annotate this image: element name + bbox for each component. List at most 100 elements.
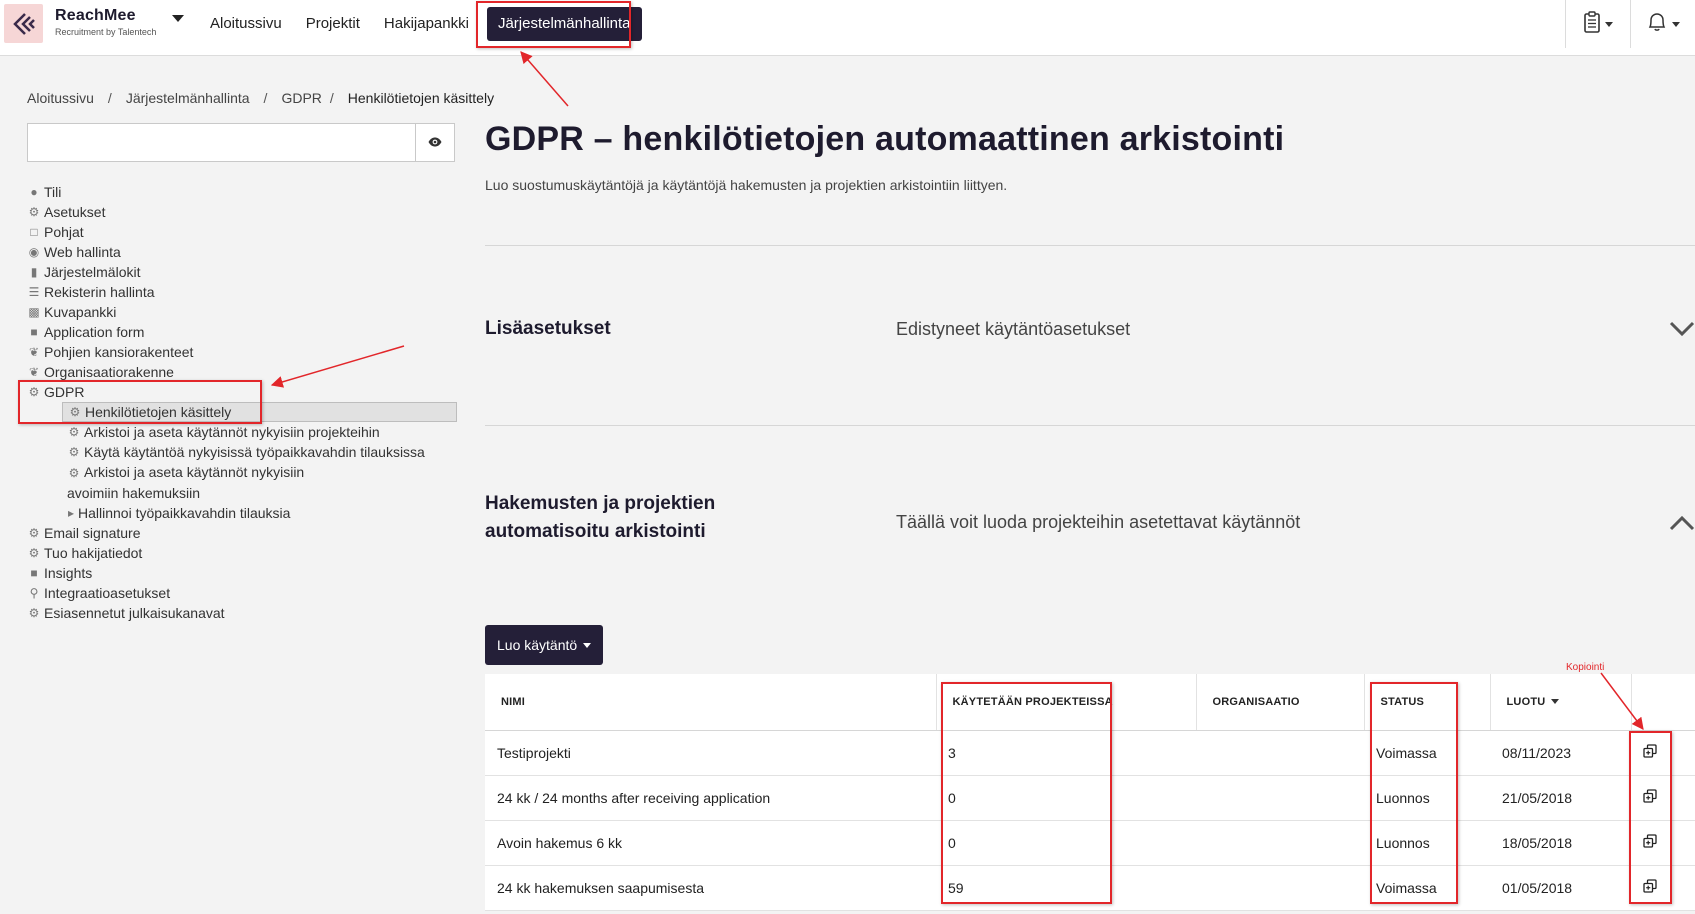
sidebar-tree: ● Tili ⚙ Asetukset □ Pohjat ◉ Web hallinta ▮…: [27, 182, 457, 623]
nav-right: [1565, 0, 1695, 48]
cell-actions: [1631, 775, 1695, 821]
table-row[interactable]: Avoin hakemus 6 kk 0 Luonnos 18/05/2018: [485, 820, 1695, 866]
clipboard-icon: [1583, 10, 1601, 38]
sidebar-item-label: Asetukset: [44, 204, 106, 220]
sidebar-item-insights[interactable]: ■ Insights: [27, 563, 457, 583]
create-policy-button[interactable]: Luo käytäntö: [485, 625, 604, 665]
brand-name: ReachMee: [55, 7, 136, 24]
nav-aloitussivu[interactable]: Aloitussivu: [198, 0, 294, 48]
policies-table: NIMI KÄYTETÄÄN PROJEKTEISSA ORGANISAATIO…: [485, 674, 1695, 911]
table-row[interactable]: 24 kk hakemuksen saapumisesta 59 Voimass…: [485, 865, 1695, 911]
nav-jarjestelmanhallinta[interactable]: Järjestelmänhallinta: [486, 7, 642, 41]
sidebar-item-label: Application form: [44, 324, 145, 340]
nav-hakijapankki[interactable]: Hakijapankki: [372, 0, 481, 48]
cell-name[interactable]: 24 kk hakemuksen saapumisesta: [485, 865, 936, 911]
folder-icon: ■: [30, 325, 38, 339]
reachmee-logo[interactable]: [4, 4, 43, 43]
sidebar-item-henkilotietojen-kasittely[interactable]: ⚙ Henkilötietojen käsittely: [62, 402, 457, 422]
table-row[interactable]: Testiprojekti 3 Voimassa 08/11/2023: [485, 730, 1695, 776]
cell-name[interactable]: Testiprojekti: [485, 730, 936, 776]
eye-icon: [428, 134, 442, 152]
sidebar-item-hallinnoi-tilauksia[interactable]: ▸ Hallinnoi työpaikkavahdin tilauksia: [27, 503, 457, 523]
sidebar-item-tuo-hakijatiedot[interactable]: ⚙ Tuo hakijatiedot: [27, 543, 457, 563]
brand-dropdown-caret[interactable]: [172, 15, 184, 22]
breadcrumb-item[interactable]: Järjestelmänhallinta: [126, 90, 250, 106]
cell-created: 01/05/2018: [1490, 865, 1631, 911]
annotation-label: Kopiointi: [1566, 662, 1605, 673]
sidebar-item-organisaatiorakenne[interactable]: ❦ Organisaatiorakenne: [27, 362, 457, 382]
copy-icon[interactable]: [1643, 744, 1657, 758]
sidebar-item-pohjien-kansiorakenteet[interactable]: ❦ Pohjien kansiorakenteet: [27, 342, 457, 362]
sidebar-item-asetukset[interactable]: ⚙ Asetukset: [27, 202, 457, 222]
breadcrumb: Aloitussivu / Järjestelmänhallinta / GDP…: [27, 90, 494, 106]
copy-icon[interactable]: [1643, 789, 1657, 803]
sidebar-item-label: Järjestelmälokit: [44, 264, 141, 280]
globe-icon: ◉: [28, 245, 40, 259]
cell-name[interactable]: Avoin hakemus 6 kk: [485, 820, 936, 866]
copy-icon[interactable]: [1643, 834, 1657, 848]
chevron-down-icon[interactable]: [1669, 321, 1695, 342]
cell-org: [1196, 820, 1364, 866]
sidebar-item-pohjat[interactable]: □ Pohjat: [27, 222, 457, 242]
sidebar-item-kuvapankki[interactable]: ▩ Kuvapankki: [27, 302, 457, 322]
gear-icon: ⚙: [28, 385, 40, 399]
list-icon: ☰: [28, 285, 40, 299]
gear-icon: ⚙: [28, 526, 40, 540]
show-all-button[interactable]: [416, 123, 455, 162]
cell-used: 0: [936, 820, 1196, 866]
table-row[interactable]: 24 kk / 24 months after receiving applic…: [485, 775, 1695, 821]
sidebar-item-label: Esiasennetut julkaisukanavat: [44, 605, 225, 621]
notifications-button[interactable]: [1630, 0, 1695, 48]
sidebar-item-label: Organisaatiorakenne: [44, 364, 174, 380]
sidebar-item-label: Arkistoi ja aseta käytännöt nykyisiin av…: [67, 464, 305, 501]
sidebar-item-arkistoi-projekteihin[interactable]: ⚙ Arkistoi ja aseta käytännöt nykyisiin p…: [27, 422, 457, 442]
sidebar-item-rekisterin-hallinta[interactable]: ☰ Rekisterin hallinta: [27, 282, 457, 302]
section-description: Täällä voit luoda projekteihin asetettav…: [896, 512, 1301, 532]
top-navbar: ReachMee Recruitment by Talentech Aloitu…: [0, 0, 1695, 56]
column-header-organisaatio[interactable]: ORGANISAATIO: [1196, 674, 1365, 731]
sidebar-item-label: Kuvapankki: [44, 304, 117, 320]
main-nav: Aloitussivu Projektit Hakijapankki Järje…: [198, 0, 642, 48]
sidebar-item-tili[interactable]: ● Tili: [27, 182, 457, 202]
cell-org: [1196, 775, 1364, 821]
breadcrumb-separator: /: [329, 90, 334, 106]
breadcrumb-item[interactable]: GDPR: [281, 90, 321, 106]
column-header-luotu[interactable]: LUOTU: [1490, 674, 1632, 731]
sidebar-item-label: Henkilötietojen käsittely: [85, 404, 232, 420]
sidebar-item-esiasennetut-julkaisukanavat[interactable]: ⚙ Esiasennetut julkaisukanavat: [27, 603, 457, 623]
sidebar-item-label: Arkistoi ja aseta käytännöt nykyisiin pr…: [84, 424, 380, 440]
sidebar-item-label: Integraatioasetukset: [44, 585, 171, 601]
sidebar-item-jarjestelmalokit[interactable]: ▮ Järjestelmälokit: [27, 262, 457, 282]
cell-status: Luonnos: [1364, 775, 1490, 821]
brand[interactable]: ReachMee Recruitment by Talentech: [55, 7, 156, 37]
nav-projektit[interactable]: Projektit: [294, 0, 372, 48]
sidebar-item-tilauksissa[interactable]: ⚙ Käytä käytäntöä nykyisissä työpaikkavah…: [27, 442, 457, 462]
cell-used: 0: [936, 775, 1196, 821]
sidebar-item-integraatioasetukset[interactable]: ⚲ Integraatioasetukset: [27, 583, 457, 603]
sidebar-item-label: Hallinnoi työpaikkavahdin tilauksia: [78, 505, 291, 521]
sidebar-search-input[interactable]: [27, 123, 416, 162]
section-title-line: Hakemusten ja projektien: [485, 493, 716, 514]
cell-org: [1196, 865, 1364, 911]
clipboard-menu-button[interactable]: [1565, 0, 1630, 48]
column-header-status[interactable]: STATUS: [1364, 674, 1491, 731]
column-header-nimi[interactable]: NIMI: [485, 674, 937, 731]
copy-icon[interactable]: [1643, 879, 1657, 893]
cell-name[interactable]: 24 kk / 24 months after receiving applic…: [485, 775, 936, 821]
sidebar-item-web-hallinta[interactable]: ◉ Web hallinta: [27, 242, 457, 262]
column-header-actions: [1631, 674, 1695, 731]
chevron-up-icon[interactable]: [1669, 515, 1695, 536]
sidebar-item-avoimiin-hakemuksiin[interactable]: ⚙ Arkistoi ja aseta käytännöt nykyisiin a…: [27, 462, 357, 503]
column-header-kaytetaan[interactable]: KÄYTETÄÄN PROJEKTEISSA: [936, 674, 1197, 731]
sidebar-item-label: Rekisterin hallinta: [44, 284, 155, 300]
page-description: Luo suostumuskäytäntöjä ja käytäntöjä ha…: [485, 177, 1008, 193]
cell-used: 59: [936, 865, 1196, 911]
sidebar-item-application-form[interactable]: ■ Application form: [27, 322, 457, 342]
sidebar-item-label: Email signature: [44, 525, 141, 541]
sidebar-item-email-signature[interactable]: ⚙ Email signature: [27, 523, 457, 543]
gear-icon: ⚙: [68, 466, 80, 480]
sidebar-item-gdpr[interactable]: ⚙ GDPR: [27, 382, 457, 402]
breadcrumb-item[interactable]: Aloitussivu: [27, 90, 94, 106]
cell-status: Luonnos: [1364, 820, 1490, 866]
sidebar-search: [27, 123, 455, 162]
